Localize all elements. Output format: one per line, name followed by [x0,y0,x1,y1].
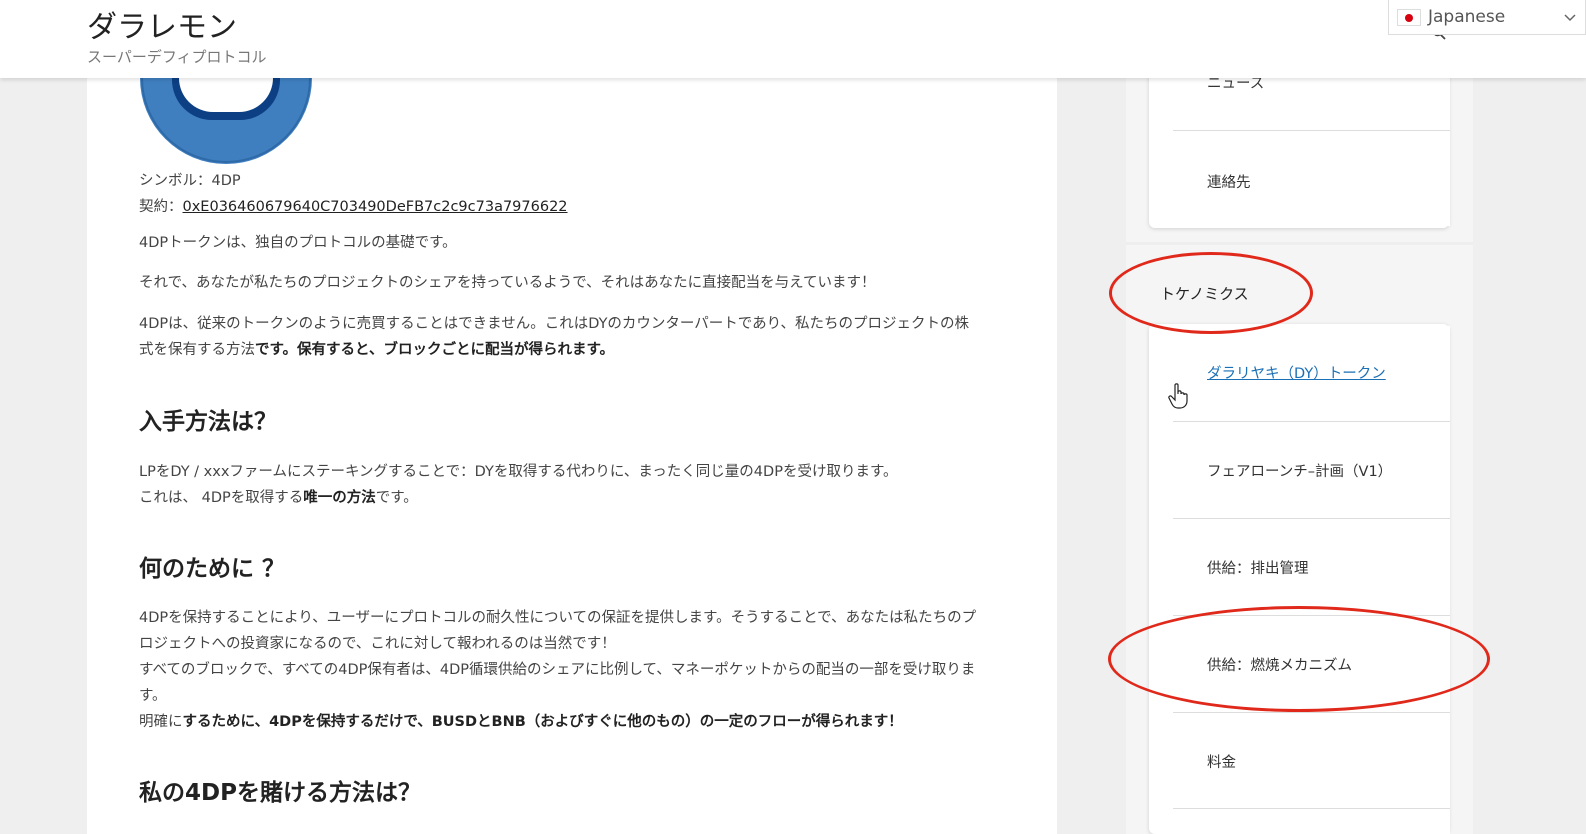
sidebar-item-emission[interactable]: 供給：排出管理 [1173,518,1450,615]
contract-line: 契約：0xE036460679640C703490DeFB7c2c9c73a79… [139,195,568,216]
widget-divider [1126,242,1473,245]
how-to-get-paragraph: LPをDY / xxxファームにステーキングすることで：DYを取得する代わりに、… [139,459,1009,511]
why-line-3: すべてのブロックで、すべての4DP保有者は、4DP循環供給のシェアに比例して、マ… [139,662,976,678]
sidebar-item-label: 料金 [1207,755,1236,771]
sidebar: ニュース 連絡先 トケノミクス ダラリヤキ（DY）トークン フェアローンチ–計画… [1126,0,1473,834]
sidebar-item-label: 連絡先 [1207,175,1251,191]
sidebar-item-label: 供給：燃焼メカニズム [1207,658,1352,674]
why-line-2: ロジェクトへの投資家になるので、これに対して報われるのは当然です！ [139,636,616,652]
sidebar-item-dy-token[interactable]: ダラリヤキ（DY）トークン [1173,326,1450,423]
sidebar-item-next[interactable] [1173,808,1450,834]
why-paragraph: 4DPを保持することにより、ユーザーにプロトコルの耐久性についての保証を提供しま… [139,605,1009,735]
site-tagline: スーパーデフィプロトコル [87,48,267,66]
token-symbol: シンボル：4DP [139,173,241,189]
intro-paragraph: 4DPトークンは、独自のプロトコルの基礎です。 [139,235,457,251]
no-trade-line-1: 4DPは、従来のトークンのように売買することはできません。これはDYのカウンター… [139,316,970,332]
hand-cursor-icon [1168,383,1188,409]
heading-why: 何のために ？ [139,556,286,582]
site-header: ダラレモン スーパーデフィプロトコル [0,0,1586,78]
contract-label: 契約： [139,199,183,215]
no-trade-line-2: 式を保有する方法です。保有すると、ブロックごとに配当が得られます。 [139,342,615,358]
why-line-5: 明確にするために、4DPを保持するだけで、BUSDとBNB（およびすぐに他のもの… [139,714,903,730]
heading-stake: 私の4DPを賭ける方法は？ [139,780,421,806]
language-selector[interactable]: Japanese [1388,0,1586,35]
sidebar-item-label: フェアローンチ–計画（V1） [1207,464,1393,480]
share-paragraph: それで、あなたが私たちのプロジェクトのシェアを持っているようで、それはあなたに直… [139,275,876,291]
no-trade-paragraph: 4DPは、従来のトークンのように売買することはできません。これはDYのカウンター… [139,311,1009,363]
sidebar-item-fair-launch[interactable]: フェアローンチ–計画（V1） [1173,421,1450,518]
chevron-down-icon [1564,14,1576,22]
site-title[interactable]: ダラレモン [87,2,237,46]
how-to-get-line-2: これは、 4DPを取得する唯一の方法です。 [139,490,418,506]
why-line-1: 4DPを保持することにより、ユーザーにプロトコルの耐久性についての保証を提供しま… [139,610,977,626]
sidebar-item-link[interactable]: ダラリヤキ（DY）トークン [1207,362,1386,383]
heading-how-to-get: 入手方法は？ [139,409,277,435]
sidebar-item-burn[interactable]: 供給：燃焼メカニズム [1173,615,1450,712]
how-to-get-line-1: LPをDY / xxxファームにステーキングすることで：DYを取得する代わりに、… [139,464,898,480]
why-line-4: す。 [139,688,167,704]
sidebar-item-contact[interactable]: 連絡先 [1173,130,1450,226]
widget-title-tokenomics: トケノミクス [1160,285,1249,303]
contract-address-link[interactable]: 0xE036460679640C703490DeFB7c2c9c73a79766… [183,199,568,215]
japan-flag-icon [1397,8,1421,26]
sidebar-item-fees[interactable]: 料金 [1173,712,1450,809]
sidebar-item-label: 供給：排出管理 [1207,561,1309,577]
article-content: シンボル：4DP 契約：0xE036460679640C703490DeFB7c… [87,0,1057,834]
language-label: Japanese [1428,7,1506,27]
